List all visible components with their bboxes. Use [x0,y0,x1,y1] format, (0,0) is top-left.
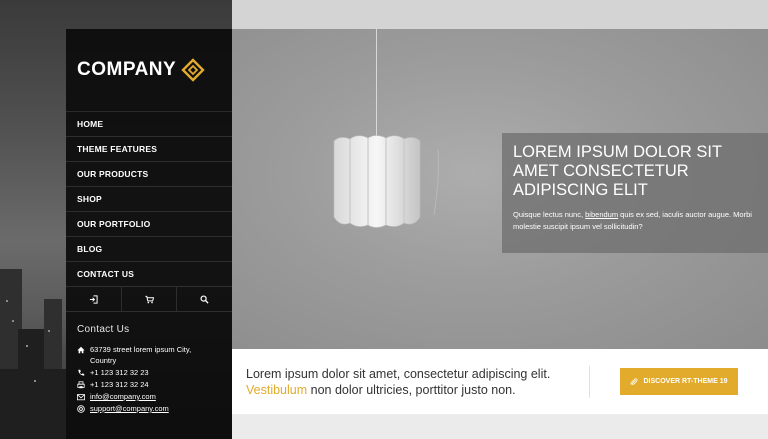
fax-icon [77,381,85,389]
search-button[interactable] [177,287,232,311]
fax-row: +1 123 312 32 24 [77,379,221,390]
promo-text: Lorem ipsum dolor sit amet, consectetur … [232,365,590,398]
promo-band: Lorem ipsum dolor sit amet, consectetur … [232,349,768,414]
below-band [232,414,768,439]
lamp-cord [376,29,377,136]
discover-button-label: DISCOVER RT-THEME 19 [643,378,728,385]
phone-icon [78,369,85,376]
hero-caption: LOREM IPSUM DOLOR SIT AMET CONSECTETUR A… [502,133,768,253]
login-button[interactable] [66,287,122,311]
address-line1: 63739 street lorem ipsum City, [90,345,192,354]
contact-title: Contact Us [77,324,130,335]
nav-item-our-portfolio[interactable]: OUR PORTFOLIO [66,212,232,237]
nav-icon-bar [66,287,232,312]
cart-icon [144,295,154,303]
contact-info: Contact Us 63739 street lorem ipsum City… [66,312,232,414]
promo-line2: non dolor ultricies, porttitor justo non… [307,382,516,397]
fax-number: +1 123 312 32 24 [90,380,149,389]
sidebar: COMPANY HOME THEME FEATURES OUR PRODUCTS… [66,29,232,439]
logo[interactable]: COMPANY [66,29,232,112]
nav-item-home[interactable]: HOME [66,112,232,137]
hero-title: LOREM IPSUM DOLOR SIT AMET CONSECTETUR A… [513,143,722,199]
mail-icon [77,394,85,401]
login-icon [89,294,98,304]
nav-item-contact-us[interactable]: CONTACT US [66,262,232,287]
diamond-logo-icon [181,58,205,82]
hero-text-link[interactable]: bibendum [585,210,618,219]
nav-item-theme-features[interactable]: THEME FEATURES [66,137,232,162]
phone-row: +1 123 312 32 23 [77,367,221,378]
pendant-lamp-image [333,135,439,228]
logo-text: COMPANY [77,59,177,80]
address-row: 63739 street lorem ipsum City, Country [77,344,221,366]
nav-item-shop[interactable]: SHOP [66,187,232,212]
support-email-link[interactable]: support@company.com [90,403,169,414]
nav-item-our-products[interactable]: OUR PRODUCTS [66,162,232,187]
email-row: info@company.com [77,391,221,402]
main-nav: HOME THEME FEATURES OUR PRODUCTS SHOP OU… [66,112,232,287]
home-icon [77,346,85,354]
hero-text: Quisque lectus nunc, bibendum quis ex se… [513,210,752,231]
search-icon [200,294,209,304]
discover-button[interactable]: DISCOVER RT-THEME 19 [620,368,738,395]
address-line2: Country [90,356,117,365]
support-icon [77,405,85,413]
support-row: support@company.com [77,403,221,414]
top-strip [232,0,768,29]
nav-item-blog[interactable]: BLOG [66,237,232,262]
paperclip-icon [630,377,639,385]
phone-number: +1 123 312 32 23 [90,368,149,377]
promo-highlight: Vestibulum [246,382,308,397]
cart-button[interactable] [122,287,178,311]
promo-line1: Lorem ipsum dolor sit amet, consectetur … [246,366,551,381]
email-link[interactable]: info@company.com [90,391,156,402]
hero-slider[interactable]: LOREM IPSUM DOLOR SIT AMET CONSECTETUR A… [232,29,768,349]
